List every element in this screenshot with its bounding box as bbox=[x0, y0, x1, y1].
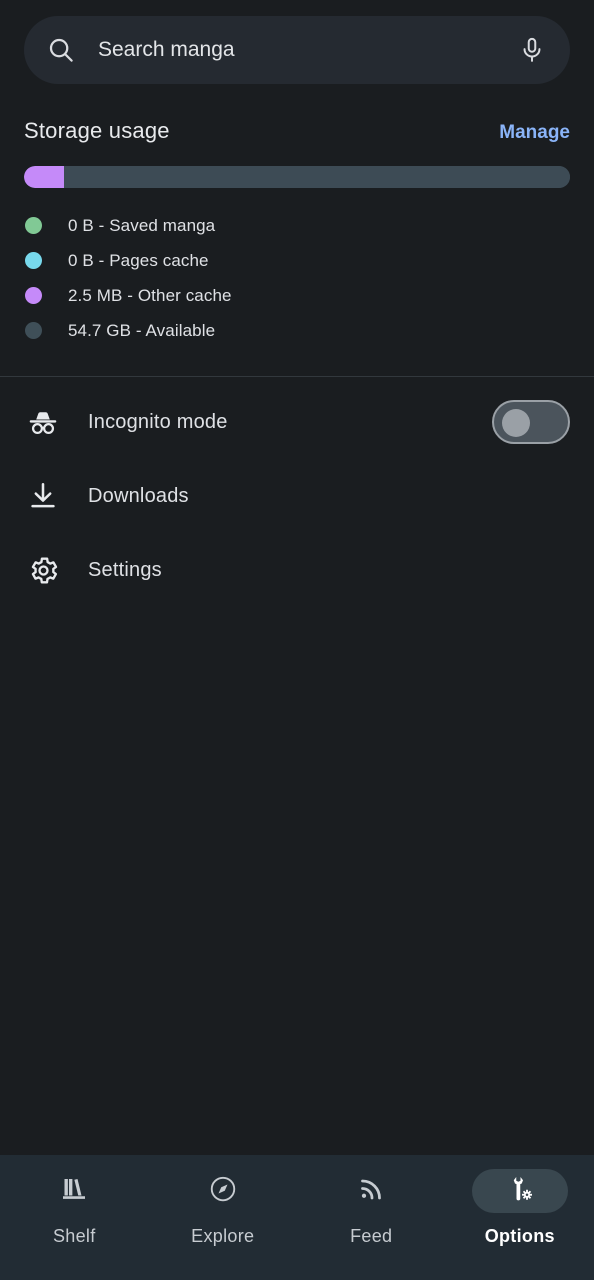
search-bar[interactable] bbox=[24, 16, 570, 84]
legend-item: 54.7 GB - Available bbox=[24, 313, 570, 348]
rss-feed-icon bbox=[356, 1174, 386, 1209]
toggle-knob bbox=[502, 409, 530, 437]
nav-item-explore[interactable]: Explore bbox=[149, 1169, 298, 1247]
download-icon bbox=[26, 479, 60, 513]
search-icon[interactable] bbox=[46, 35, 76, 65]
options-menu: Incognito mode Downloads Settings bbox=[0, 377, 594, 607]
gear-icon bbox=[26, 553, 60, 587]
legend-color-dot bbox=[25, 322, 42, 339]
nav-pill bbox=[323, 1169, 419, 1213]
menu-item-label: Settings bbox=[88, 558, 162, 581]
storage-title: Storage usage bbox=[24, 118, 170, 143]
incognito-mode-toggle[interactable] bbox=[492, 400, 570, 444]
menu-item-downloads[interactable]: Downloads bbox=[0, 459, 594, 533]
nav-item-shelf[interactable]: Shelf bbox=[0, 1169, 149, 1247]
nav-item-label: Feed bbox=[350, 1226, 393, 1246]
storage-legend: 0 B - Saved manga 0 B - Pages cache 2.5 MB… bbox=[24, 208, 570, 348]
wrench-gear-icon bbox=[505, 1174, 535, 1209]
menu-item-incognito-mode[interactable]: Incognito mode bbox=[0, 385, 594, 459]
microphone-icon[interactable] bbox=[518, 36, 546, 64]
legend-color-dot bbox=[25, 252, 42, 269]
legend-label: 2.5 MB - Other cache bbox=[68, 285, 232, 305]
compass-icon bbox=[208, 1174, 238, 1209]
bottom-navigation-bar: Shelf Explore Feed Options bbox=[0, 1155, 594, 1280]
nav-item-label: Shelf bbox=[52, 1226, 96, 1246]
legend-item: 0 B - Pages cache bbox=[24, 243, 570, 278]
legend-color-dot bbox=[25, 287, 42, 304]
storage-usage-bar bbox=[24, 166, 570, 188]
nav-item-label: Options bbox=[484, 1226, 555, 1246]
nav-item-feed[interactable]: Feed bbox=[297, 1169, 446, 1247]
bookshelf-icon bbox=[59, 1174, 89, 1209]
app-screen: Storage usage Manage 0 B - Saved manga0 … bbox=[0, 0, 594, 1280]
search-bar-container bbox=[0, 0, 594, 84]
menu-item-settings[interactable]: Settings bbox=[0, 533, 594, 607]
search-input[interactable] bbox=[76, 38, 518, 62]
menu-item-label: Incognito mode bbox=[88, 410, 228, 433]
nav-pill-active bbox=[471, 1169, 568, 1213]
legend-color-dot bbox=[25, 217, 42, 234]
storage-bar-segment bbox=[24, 166, 64, 188]
incognito-icon bbox=[26, 405, 60, 439]
menu-item-label: Downloads bbox=[88, 484, 189, 507]
nav-pill bbox=[175, 1169, 271, 1213]
nav-item-label: Explore bbox=[191, 1226, 255, 1246]
storage-header: Storage usage Manage bbox=[24, 118, 570, 144]
storage-bar-segment bbox=[63, 166, 570, 188]
legend-item: 0 B - Saved manga bbox=[24, 208, 570, 243]
legend-label: 0 B - Pages cache bbox=[68, 250, 209, 270]
manage-storage-link[interactable]: Manage bbox=[499, 122, 570, 144]
storage-usage-section: Storage usage Manage 0 B - Saved manga 0 … bbox=[0, 84, 594, 348]
legend-item: 2.5 MB - Other cache bbox=[24, 278, 570, 313]
nav-item-options[interactable]: Options bbox=[446, 1169, 594, 1247]
legend-label: 54.7 GB - Available bbox=[68, 320, 216, 340]
legend-label: 0 B - Saved manga bbox=[68, 215, 216, 235]
nav-pill bbox=[26, 1169, 122, 1213]
